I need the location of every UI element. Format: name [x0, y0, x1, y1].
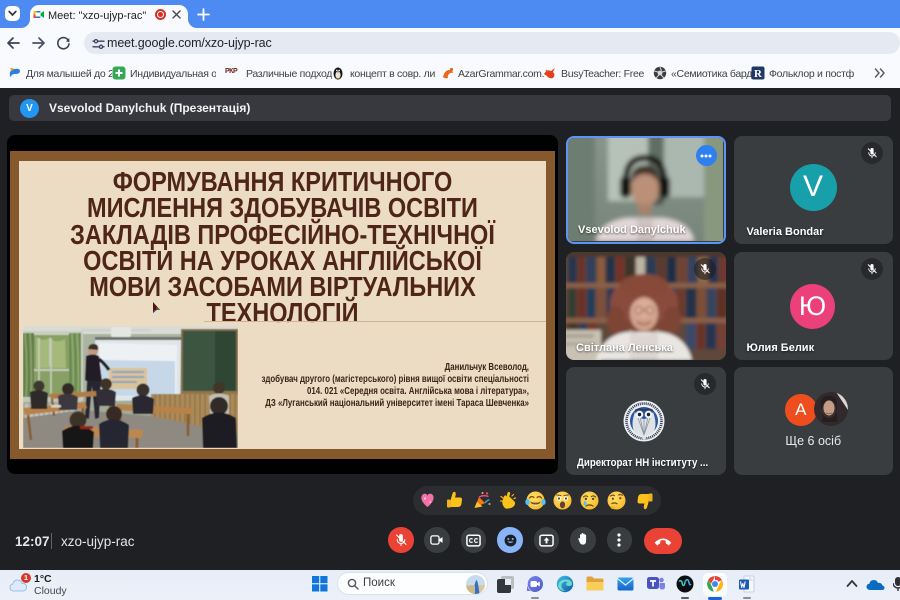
svg-text:R: R: [754, 68, 763, 80]
